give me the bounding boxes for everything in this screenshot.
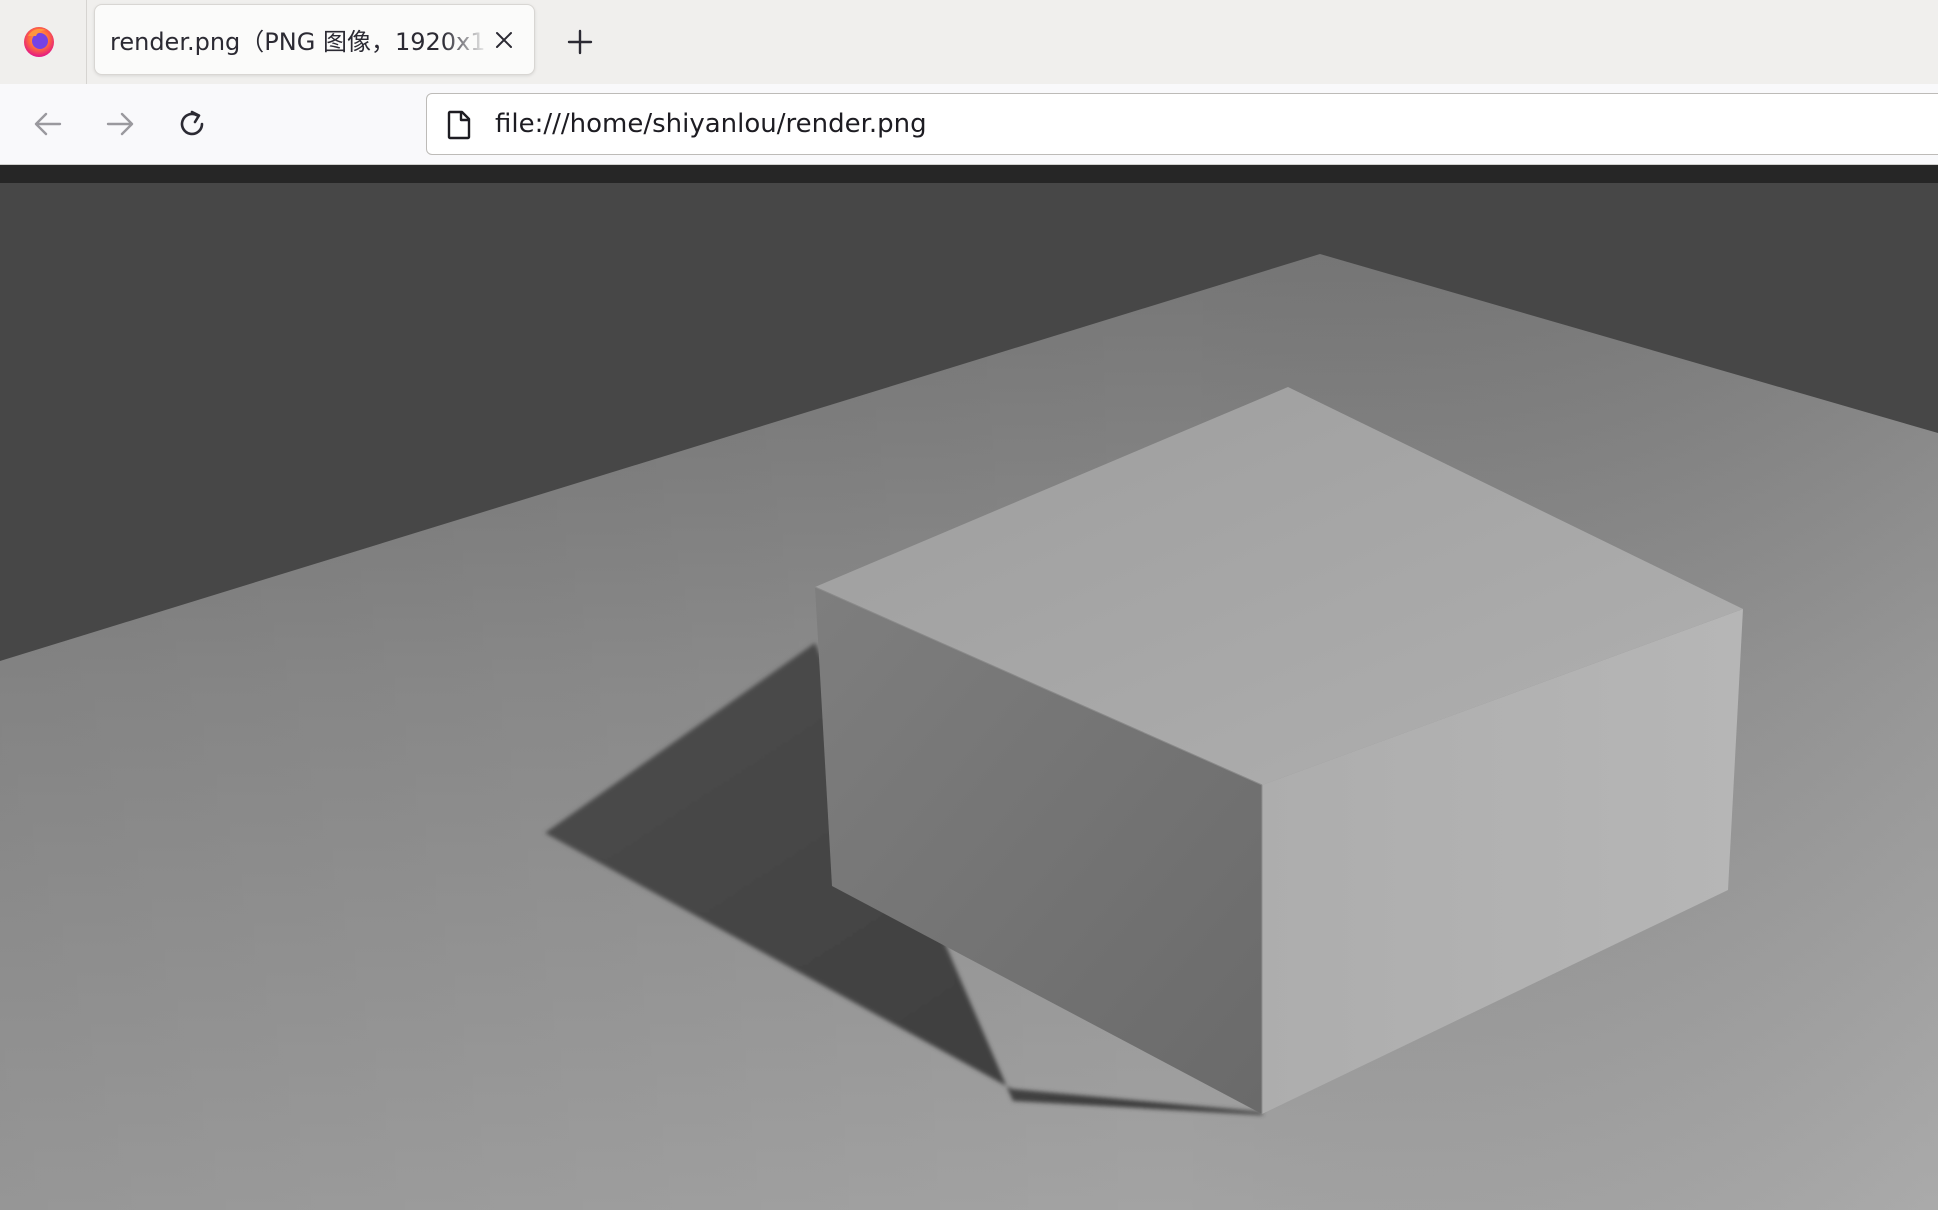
- tab-title: render.png（PNG 图像，1920x1: [110, 28, 486, 56]
- tab-render-png[interactable]: render.png（PNG 图像，1920x1: [94, 4, 535, 75]
- navigation-toolbar: file:///home/shiyanlou/render.png: [0, 84, 1938, 165]
- reload-icon[interactable]: [172, 104, 212, 144]
- image-viewer: [0, 165, 1938, 1210]
- rendered-3d-box-image: [0, 183, 1938, 1210]
- firefox-icon[interactable]: [20, 22, 58, 60]
- document-icon: [447, 110, 471, 140]
- url-text[interactable]: file:///home/shiyanlou/render.png: [495, 108, 927, 140]
- url-bar[interactable]: file:///home/shiyanlou/render.png: [426, 93, 1938, 155]
- arrow-left-icon[interactable]: [28, 104, 68, 144]
- tab-strip: render.png（PNG 图像，1920x1: [0, 0, 1938, 85]
- close-icon[interactable]: [489, 25, 519, 55]
- plus-icon[interactable]: [560, 22, 600, 62]
- tab-separator: [86, 0, 87, 84]
- arrow-right-icon[interactable]: [100, 104, 140, 144]
